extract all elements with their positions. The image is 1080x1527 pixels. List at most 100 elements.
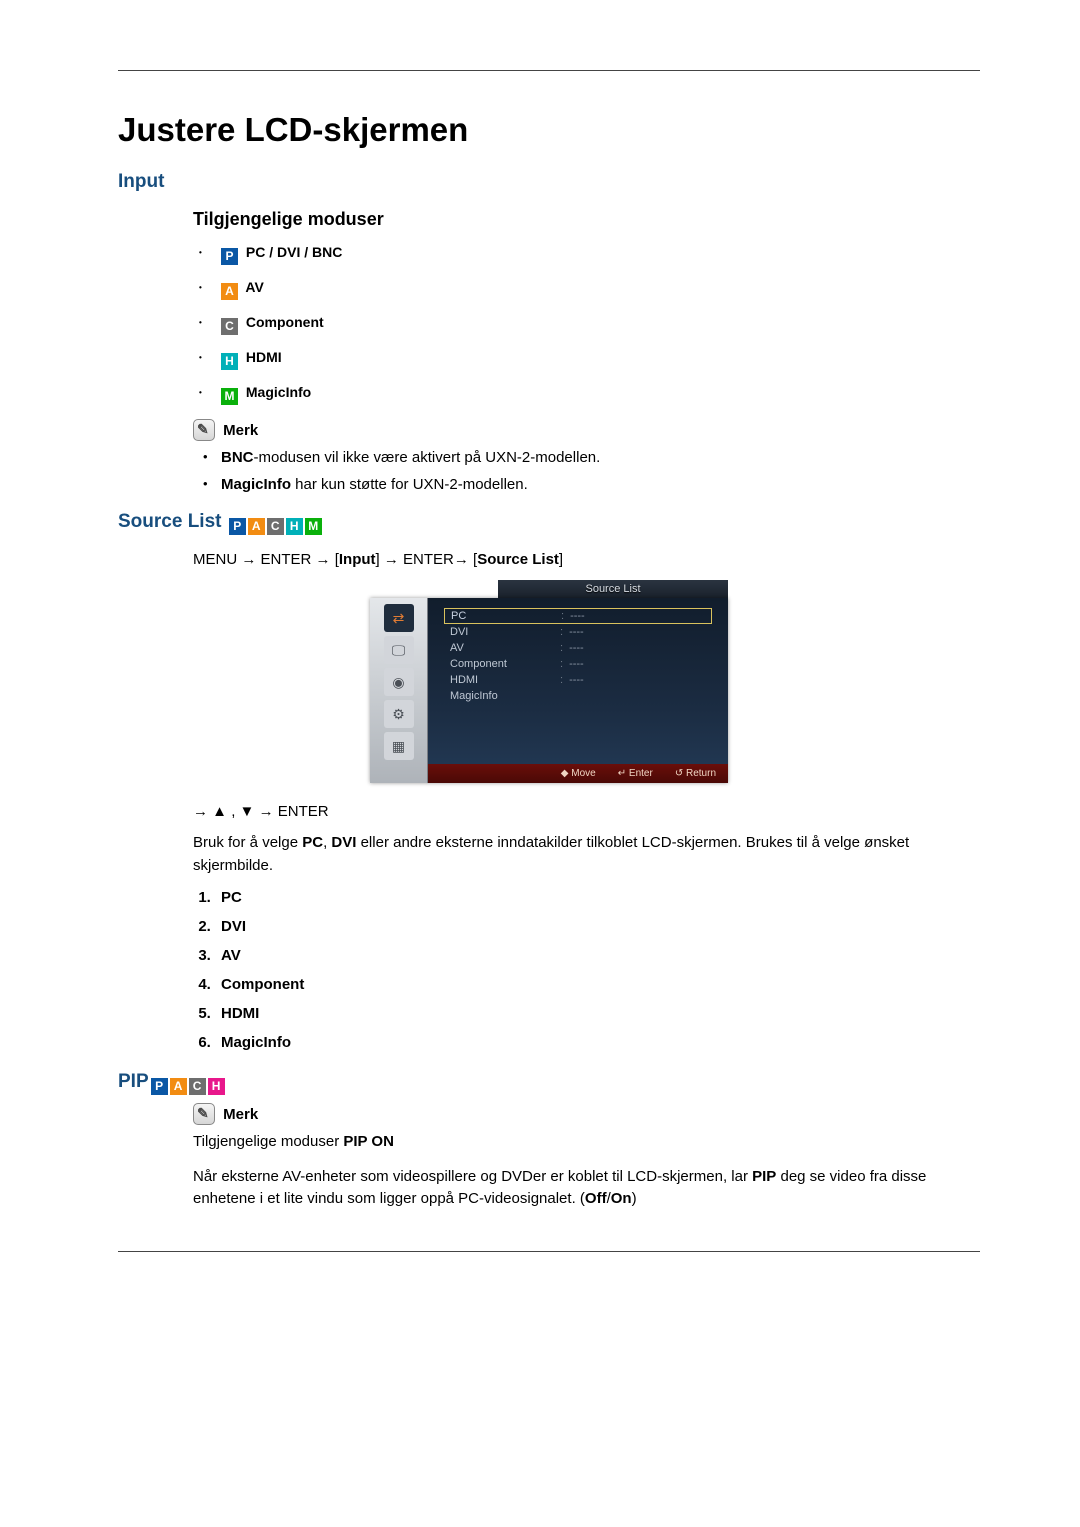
osd-row-value: ---- — [569, 642, 584, 654]
mode-label: PC / DVI / BNC — [246, 244, 342, 260]
note-text: -modusen vil ikke være aktivert på UXN-2… — [254, 449, 601, 466]
note-prefix: BNC — [221, 449, 254, 466]
badge-h-icon: H — [286, 518, 303, 535]
osd-row-value: ---- — [569, 674, 584, 686]
comma: , — [231, 803, 235, 820]
pip-badges: P A C H — [151, 1078, 225, 1095]
badge-p-icon: P — [229, 518, 246, 535]
arrow-icon: → — [384, 551, 399, 568]
osd-row-label: AV — [450, 642, 540, 654]
osd-side-input-icon: ⇄ — [384, 604, 414, 632]
mode-label: HDMI — [246, 349, 282, 365]
osd-row-label: PC — [451, 610, 541, 622]
arrow-icon: → — [241, 551, 256, 568]
nav-input: Input — [339, 551, 376, 568]
page-title: Justere LCD-skjermen — [118, 111, 980, 149]
list-item: PC — [215, 889, 980, 906]
sourcelist-heading-text: Source List — [118, 511, 221, 532]
mode-item: P PC / DVI / BNC — [193, 244, 980, 265]
nav-sourcelist: Source List — [477, 551, 559, 568]
note-item: MagicInfo har kun støtte for UXN-2-model… — [193, 476, 980, 493]
list-item: DVI — [215, 918, 980, 935]
note-icon — [193, 1103, 215, 1125]
pip-heading: PIP P A C H — [118, 1071, 980, 1095]
osd-row-label: HDMI — [450, 674, 540, 686]
osd-row-value: ---- — [569, 658, 584, 670]
pip-para-1: Tilgjengelige moduser PIP ON — [193, 1131, 980, 1154]
mode-item: C Component — [193, 314, 980, 335]
mode-a-icon: A — [221, 283, 238, 300]
badge-c-icon: C — [189, 1078, 206, 1095]
mode-p-icon: P — [221, 248, 238, 265]
desc-pre: Bruk for å velge — [193, 834, 302, 851]
osd-row: Component :---- — [444, 656, 712, 672]
mode-label: AV — [245, 279, 263, 295]
mode-c-icon: C — [221, 318, 238, 335]
desc-dvi: DVI — [331, 834, 356, 851]
osd-row: DVI :---- — [444, 624, 712, 640]
badge-p-icon: P — [151, 1078, 168, 1095]
top-divider — [118, 70, 980, 71]
osd-row: MagicInfo — [444, 688, 712, 704]
badge-h-icon: H — [208, 1078, 225, 1095]
arrow-icon: → — [259, 803, 274, 820]
note-block: Merk — [193, 419, 980, 441]
osd-row-selected: PC :---- — [444, 608, 712, 624]
osd-main: PC :---- DVI :---- AV :---- Component :-… — [428, 598, 728, 783]
mode-item: H HDMI — [193, 349, 980, 370]
nav-enter: ENTER — [278, 803, 329, 820]
input-heading: Input — [118, 171, 980, 193]
nav-sequence-2: → ▲ , ▼ → ENTER — [193, 803, 980, 820]
bottom-divider — [118, 1251, 980, 1252]
osd-row-value: ---- — [569, 626, 584, 638]
note-label-text: Merk — [223, 422, 258, 439]
pip-para1-pre: Tilgjengelige moduser — [193, 1133, 343, 1150]
osd-footer-enter: ↵ Enter — [618, 768, 653, 779]
source-numbered-list: PC DVI AV Component HDMI MagicInfo — [193, 889, 980, 1051]
osd-footer: ◆ Move ↵ Enter ↺ Return — [428, 764, 728, 783]
osd-screenshot: Source List ⇄ 🖵 ◉ ⚙ ▦ PC :---- DVI :---- — [370, 580, 728, 783]
sourcelist-badges: P A C H M — [229, 518, 322, 535]
nav-enter: ENTER — [261, 551, 312, 568]
osd-sidebar: ⇄ 🖵 ◉ ⚙ ▦ — [370, 598, 428, 783]
pip-para2-bold3: On — [611, 1190, 632, 1207]
pip-para2-bold1: PIP — [752, 1168, 776, 1185]
nav-enter: ENTER — [403, 551, 454, 568]
pip-para1-bold: PIP ON — [343, 1133, 394, 1150]
sourcelist-heading: Source List P A C H M — [118, 511, 980, 535]
pip-para-2: Når eksterne AV-enheter som videospiller… — [193, 1166, 980, 1211]
osd-title: Source List — [498, 580, 728, 598]
badge-c-icon: C — [267, 518, 284, 535]
note-prefix: MagicInfo — [221, 476, 291, 493]
mode-h-icon: H — [221, 353, 238, 370]
nav-menu: MENU — [193, 551, 237, 568]
badge-a-icon: A — [248, 518, 265, 535]
osd-side-multi-icon: ▦ — [384, 732, 414, 760]
osd-footer-return: ↺ Return — [675, 768, 716, 779]
osd-footer-move: ◆ Move — [561, 768, 596, 779]
down-arrow-icon: ▼ — [240, 803, 255, 820]
mode-list: P PC / DVI / BNC A AV C Component H HDMI… — [193, 244, 980, 405]
osd-row-value: ---- — [570, 610, 585, 622]
input-note-list: BNC-modusen vil ikke være aktivert på UX… — [193, 449, 980, 493]
badge-a-icon: A — [170, 1078, 187, 1095]
list-item: Component — [215, 976, 980, 993]
up-arrow-icon: ▲ — [212, 803, 227, 820]
mode-item: M MagicInfo — [193, 384, 980, 405]
list-item: MagicInfo — [215, 1034, 980, 1051]
osd-body: ⇄ 🖵 ◉ ⚙ ▦ PC :---- DVI :---- AV :---- — [370, 598, 728, 783]
note-icon — [193, 419, 215, 441]
osd-panel: Source List ⇄ 🖵 ◉ ⚙ ▦ PC :---- DVI :---- — [370, 580, 728, 783]
modes-subheading: Tilgjengelige moduser — [193, 209, 980, 230]
pip-para2-end: ) — [632, 1190, 637, 1207]
sourcelist-description: Bruk for å velge PC, DVI eller andre eks… — [193, 832, 980, 877]
mode-m-icon: M — [221, 388, 238, 405]
pip-para2-bold2: Off — [585, 1190, 607, 1207]
osd-row-label: Component — [450, 658, 540, 670]
osd-row-label: DVI — [450, 626, 540, 638]
list-item: AV — [215, 947, 980, 964]
pip-note-block: Merk — [193, 1103, 980, 1125]
arrow-icon: → — [316, 551, 331, 568]
mode-item: A AV — [193, 279, 980, 300]
osd-side-setup-icon: ⚙ — [384, 700, 414, 728]
